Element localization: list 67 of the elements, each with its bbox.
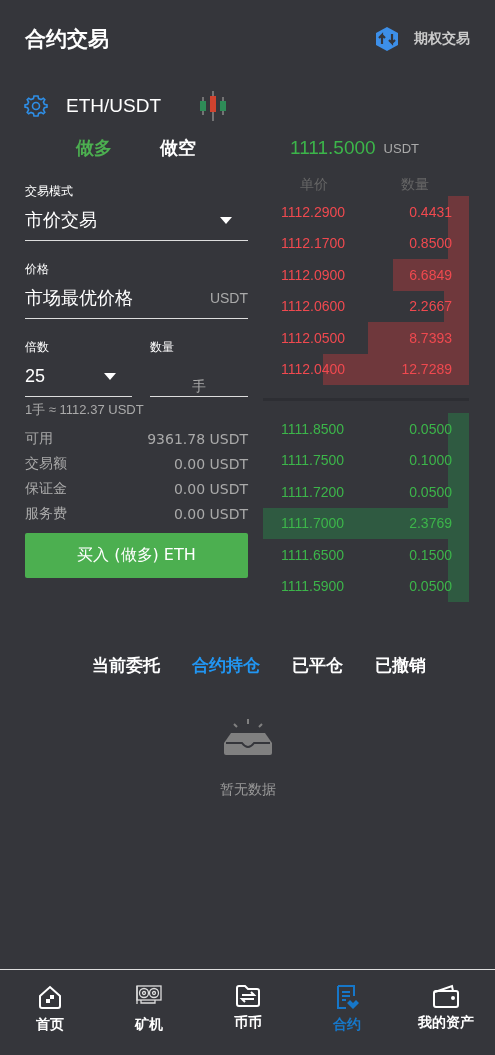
leverage-select[interactable]: 25 [25,356,132,397]
nav-item[interactable]: 首页 [0,984,99,1055]
ask-price: 1112.1700 [281,235,346,252]
ask-amount: 2.2667 [409,298,452,315]
nav-item[interactable]: 矿机 [99,984,198,1055]
swap-icon[interactable] [374,26,400,52]
price-unit: USDT [383,140,419,156]
bid-price: 1111.6500 [281,546,345,563]
info-value: 0.00 USDT [173,505,248,522]
side-tab[interactable]: 做多 [76,136,112,160]
side-tab[interactable]: 做空 [160,136,196,160]
document-heart-icon [334,984,359,1010]
nav-item[interactable]: 我的资产 [396,984,495,1055]
ask-amount: 0.8500 [409,235,452,252]
bid-price: 1111.7000 [281,515,345,532]
page-title: 合约交易 [25,26,109,53]
candlestick-icon[interactable] [199,91,227,121]
settings-icon[interactable] [24,94,48,118]
wallet-icon [431,984,460,1008]
bid-price: 1111.7500 [281,452,345,469]
mode-select[interactable]: 市价交易 [25,200,248,241]
bid-amount: 0.0500 [409,483,452,500]
ask-amount: 8.7393 [409,329,452,346]
ask-price: 1112.0400 [281,361,346,378]
empty-message: 暂无数据 [219,781,276,799]
graphics-card-icon [134,984,163,1006]
ask-amount: 6.6849 [409,266,452,283]
bid-amount: 0.0500 [409,420,452,437]
bid-price: 1111.7200 [281,483,345,500]
bid-amount: 0.1000 [409,452,452,469]
lot-note: 1手 ≈ 1112.37 USDT [25,401,144,419]
info-value: 0.00 USDT [173,480,248,497]
bid-amount: 0.0500 [409,578,452,595]
ask-price: 1112.0500 [281,329,346,346]
bid-amount: 0.1500 [409,546,452,563]
folder-swap-icon [234,984,261,1008]
bid-price: 1111.8500 [281,420,345,437]
caret-icon[interactable] [220,216,232,224]
bid-amount: 2.3769 [409,515,452,532]
ask-price: 1112.0900 [281,266,346,283]
caret-icon[interactable] [104,372,116,380]
trading-pair[interactable]: ETH/USDT [66,95,161,117]
info-value: 0.00 USDT [173,455,248,472]
order-tab[interactable]: 合约持仓 [191,654,260,677]
order-tab[interactable]: 当前委托 [91,654,160,677]
info-label: 保证金 [25,479,67,498]
price-field[interactable]: 市场最优价格 USDT [25,278,248,319]
ask-amount: 0.4431 [409,203,452,220]
info-label: 交易额 [25,454,67,473]
info-label: 服务费 [25,504,67,523]
field-label: 倍数 [25,339,49,356]
bid-price: 1111.5900 [281,578,345,595]
info-label: 可用 [25,429,53,448]
field-label: 交易模式 [25,183,73,200]
ask-price: 1112.2900 [281,203,346,220]
field-label: 数量 [150,339,174,356]
home-icon [36,984,63,1010]
amount-field[interactable]: 手 [150,356,248,397]
ask-amount: 12.7289 [401,361,452,378]
options-trading-link[interactable]: 期权交易 [414,30,470,48]
field-label: 价格 [25,261,49,278]
info-value: 9361.78 USDT [147,430,248,447]
order-tab[interactable]: 已撤销 [374,654,426,677]
nav-item[interactable]: 币币 [198,984,297,1055]
order-tab[interactable]: 已平仓 [291,654,343,677]
ask-price: 1112.0600 [281,298,346,315]
last-price: 1111.5000 [290,137,376,159]
